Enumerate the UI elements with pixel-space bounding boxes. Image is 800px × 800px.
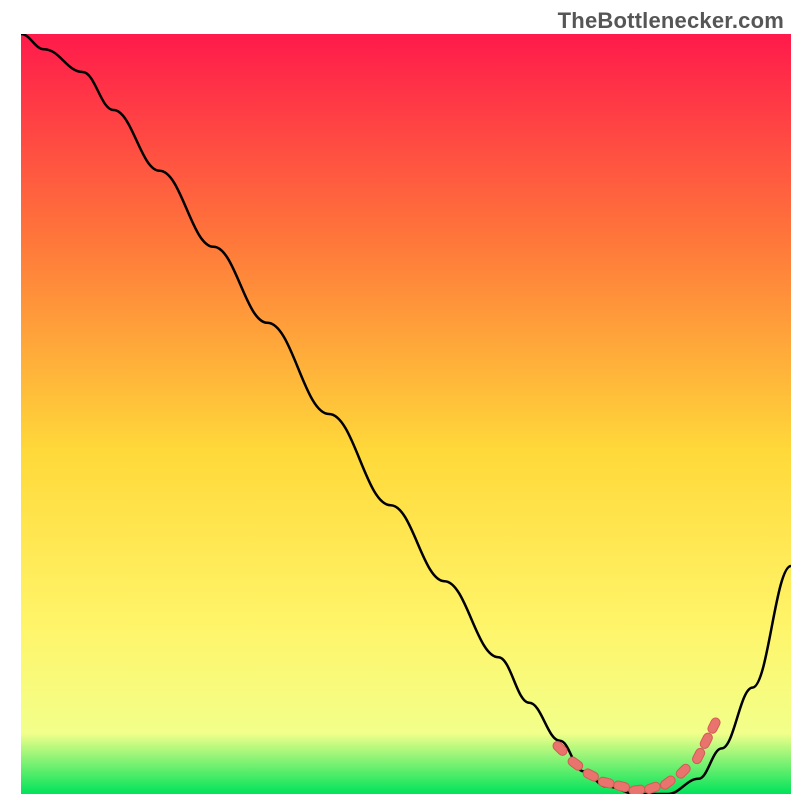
chart-frame: TheBottlenecker.com	[6, 6, 794, 794]
chart-svg	[21, 34, 791, 794]
plot-area	[21, 34, 791, 794]
gradient-background	[21, 34, 791, 794]
watermark-text: TheBottlenecker.com	[558, 8, 784, 34]
